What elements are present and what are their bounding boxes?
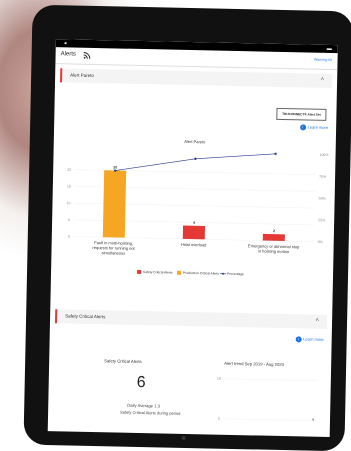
bar[interactable] <box>103 170 126 237</box>
safety-count: 6 <box>137 374 146 392</box>
pareto-section-header[interactable]: Alert Pareto ˄ <box>60 68 332 88</box>
percentage-line <box>114 149 277 175</box>
percentage-point[interactable] <box>274 153 276 155</box>
pareto-section-title: Alert Pareto <box>70 72 94 77</box>
chart-legend: Safety Critical Alerts Production Critica… <box>137 270 244 276</box>
bar[interactable] <box>263 234 285 241</box>
legend-label: Safety Critical Alerts <box>143 270 173 275</box>
chart-categories: Fault in multi-hoisting,requests for run… <box>92 240 300 259</box>
trend-gridline <box>224 419 316 421</box>
y2-tick-label: 100% <box>320 153 329 157</box>
legend-swatch <box>137 270 141 274</box>
tablet-device: ◂ ▬ Alerts Warning All Alert Pareto ˄ TR… <box>23 5 351 451</box>
safety-panel-title: Safety Critical Alerts <box>104 358 142 364</box>
y-tick-label: 5 <box>68 218 70 222</box>
bar-value-label: 20 <box>113 165 117 169</box>
page-title: Alerts <box>61 51 76 57</box>
y-tick-label: 20 <box>67 168 71 172</box>
category-label: in hoisting motion <box>258 248 289 254</box>
pareto-section: Alert Pareto ˄ <box>60 68 332 88</box>
chart-bars: 2042 <box>103 165 286 241</box>
safety-learn-more[interactable]: iLearn more <box>295 336 324 343</box>
percentage-polyline <box>115 150 275 173</box>
trend-tick: 10 <box>217 377 221 381</box>
battery-icon: ▬ <box>327 46 332 52</box>
daily-average: Daily Average 1.3 <box>127 403 160 409</box>
y2-tick-label: 75% <box>319 175 326 179</box>
info-icon: i <box>295 336 301 342</box>
safety-section-title: Safety Critical Alerts <box>65 313 105 319</box>
legend-swatch-dot <box>222 273 224 275</box>
rss-icon[interactable] <box>84 52 91 59</box>
bar[interactable] <box>183 226 205 240</box>
trend-gridline <box>225 379 317 381</box>
safety-learn-more-label: Learn more <box>303 336 324 341</box>
bar-value-label: 4 <box>193 221 195 225</box>
status-left: ◂ <box>64 40 67 46</box>
tablet-screen: ◂ ▬ Alerts Warning All Alert Pareto ˄ TR… <box>48 39 338 437</box>
info-icon: i <box>300 124 306 130</box>
y-tick-label: 10 <box>67 201 71 205</box>
y2-tick-label: 50% <box>319 196 326 200</box>
y2-tick-label: 25% <box>318 218 325 222</box>
warning-all-link[interactable]: Warning All <box>314 58 332 62</box>
legend-label: Percentage <box>227 272 244 276</box>
camera-dot <box>182 436 186 440</box>
chart-title: Alert Pareto <box>184 139 206 144</box>
legend-label: Production Critical Alerts <box>183 271 219 276</box>
y-tick-label: 15 <box>67 184 71 188</box>
trend-title: Alert trend Sep 2019 - Aug 2020 <box>224 361 284 367</box>
pareto-learn-more-label: Learn more <box>308 125 329 130</box>
daily-average-subtitle: Safety Critical Alerts during period <box>120 410 180 416</box>
y2-tick-label: 0% <box>318 240 323 244</box>
safety-section-header[interactable]: Safety Critical Alerts ˄ <box>55 309 327 329</box>
trend-value: 4 <box>312 418 314 422</box>
percentage-point[interactable] <box>194 158 196 160</box>
category-label: simultaneous <box>102 250 126 255</box>
category-label: Hoist overload <box>181 242 207 248</box>
bar-value-label: 2 <box>273 229 275 233</box>
chevron-up-icon[interactable]: ˄ <box>316 318 320 324</box>
chevron-up-icon[interactable]: ˄ <box>321 77 325 83</box>
trend-tick: 5 <box>218 417 220 421</box>
y-tick-label: 0 <box>68 235 70 239</box>
safety-section: Safety Critical Alerts ˄ <box>55 309 327 329</box>
alert-set-button[interactable]: TRUCONNECT® Alert Set <box>276 108 326 121</box>
trend-chart: 10 5 4 <box>208 367 319 429</box>
pareto-learn-more[interactable]: iLearn more <box>300 124 329 131</box>
pareto-chart: Alert Pareto 051015200%25%50%75%100% 204… <box>51 134 336 300</box>
legend-swatch <box>177 271 181 275</box>
